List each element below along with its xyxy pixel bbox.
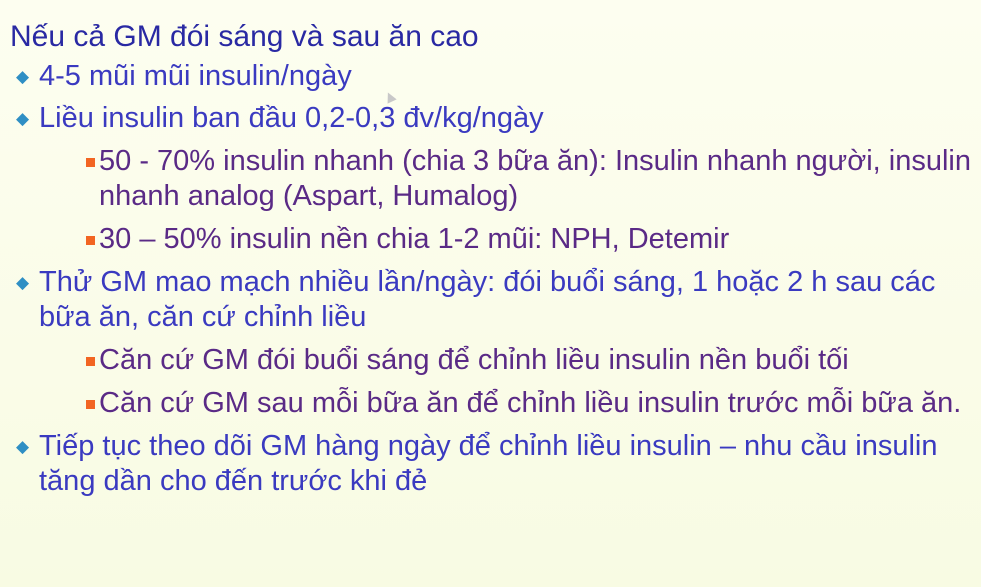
list-item-text: Tiếp tục theo dõi GM hàng ngày để chỉnh … xyxy=(39,430,938,497)
bullet-list: ◆ 4-5 mũi mũi insulin/ngày ◆ Liều insuli… xyxy=(10,59,971,499)
diamond-bullet-icon: ◆ xyxy=(16,67,30,86)
sub-list-item-text: Căn cứ GM đói buổi sáng để chỉnh liều in… xyxy=(99,344,849,376)
sub-list-item: Căn cứ GM đói buổi sáng để chỉnh liều in… xyxy=(39,343,971,378)
list-item: ◆ 4-5 mũi mũi insulin/ngày xyxy=(10,59,971,94)
sub-bullet-list: Căn cứ GM đói buổi sáng để chỉnh liều in… xyxy=(39,343,971,421)
sub-list-item-text: 50 - 70% insulin nhanh (chia 3 bữa ăn): … xyxy=(99,145,971,212)
sub-list-item-text: Căn cứ GM sau mỗi bữa ăn để chỉnh liều i… xyxy=(99,387,962,419)
list-item: ◆ Liều insulin ban đầu 0,2-0,3 đv/kg/ngà… xyxy=(10,101,971,257)
square-bullet-icon xyxy=(86,158,95,167)
slide: Nếu cả GM đói sáng và sau ăn cao ◆ 4-5 m… xyxy=(0,0,981,587)
list-item: ◆ Thử GM mao mạch nhiều lần/ngày: đói bu… xyxy=(10,265,971,421)
diamond-bullet-icon: ◆ xyxy=(16,109,30,128)
sub-list-item: 50 - 70% insulin nhanh (chia 3 bữa ăn): … xyxy=(39,144,971,214)
sub-bullet-list: 50 - 70% insulin nhanh (chia 3 bữa ăn): … xyxy=(39,144,971,257)
list-item-text: 4-5 mũi mũi insulin/ngày xyxy=(39,60,352,92)
sub-list-item-text: 30 – 50% insulin nền chia 1-2 mũi: NPH, … xyxy=(99,223,730,255)
sub-list-item: 30 – 50% insulin nền chia 1-2 mũi: NPH, … xyxy=(39,222,971,257)
square-bullet-icon xyxy=(86,236,95,245)
list-item: ◆ Tiếp tục theo dõi GM hàng ngày để chỉn… xyxy=(10,429,971,499)
square-bullet-icon xyxy=(86,400,95,409)
square-bullet-icon xyxy=(86,357,95,366)
slide-title: Nếu cả GM đói sáng và sau ăn cao xyxy=(10,20,479,53)
diamond-bullet-icon: ◆ xyxy=(16,437,30,456)
list-item-text: Liều insulin ban đầu 0,2-0,3 đv/kg/ngày xyxy=(39,102,544,134)
diamond-bullet-icon: ◆ xyxy=(16,273,30,292)
list-item-text: Thử GM mao mạch nhiều lần/ngày: đói buổi… xyxy=(39,266,936,333)
sub-list-item: Căn cứ GM sau mỗi bữa ăn để chỉnh liều i… xyxy=(39,386,971,421)
